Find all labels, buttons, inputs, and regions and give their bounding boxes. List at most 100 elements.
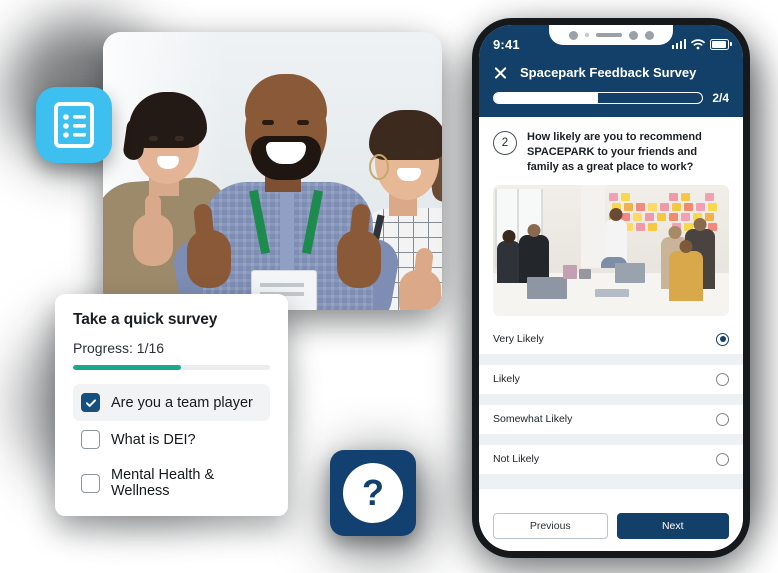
- survey-question-item[interactable]: What is DEI?: [73, 421, 270, 458]
- sticky-note: [672, 203, 681, 211]
- survey-question-label: What is DEI?: [111, 432, 196, 448]
- sticky-note: [636, 223, 645, 231]
- person-center-hand: [337, 230, 381, 288]
- sticky-note: [624, 203, 633, 211]
- sticky-note: [645, 213, 654, 221]
- survey-footer: Previous Next: [479, 504, 743, 551]
- answer-option[interactable]: Somewhat Likely: [479, 405, 743, 434]
- sticky-note: [681, 213, 690, 221]
- earpiece-icon: [596, 33, 622, 37]
- next-button[interactable]: Next: [617, 513, 730, 539]
- question-text: How likely are you to recommend SPACEPAR…: [527, 130, 729, 176]
- option-separator: [479, 474, 743, 489]
- sticky-note: [660, 203, 669, 211]
- form-list-icon: [36, 87, 112, 163]
- sticky-note: [609, 193, 618, 201]
- checkbox-icon[interactable]: [81, 474, 100, 493]
- sticky-note: [636, 203, 645, 211]
- sticky-note: [708, 203, 717, 211]
- answer-option-label: Somewhat Likely: [493, 413, 572, 425]
- answer-option-label: Likely: [493, 373, 520, 385]
- person-right-eye: [415, 150, 424, 155]
- sticky-note: [621, 193, 630, 201]
- person-left-hand: [133, 214, 173, 266]
- sensor-icon: [645, 31, 654, 40]
- person-seated-foreground: [669, 251, 703, 301]
- radio-icon[interactable]: [716, 413, 729, 426]
- person-right-eye: [389, 150, 398, 155]
- question-image: [493, 185, 729, 316]
- sticky-note: [648, 203, 657, 211]
- person-right-hand: [399, 270, 441, 310]
- survey-question-label: Mental Health & Wellness: [111, 467, 262, 499]
- status-time: 9:41: [493, 37, 520, 52]
- phone-mockup: 9:41 Spacepark Feedback Survey 2/4 2 How…: [472, 18, 750, 558]
- battery-icon: [710, 39, 729, 50]
- person-right-earring: [369, 154, 389, 180]
- survey-progress-row: 2/4: [493, 91, 729, 105]
- radio-icon[interactable]: [716, 373, 729, 386]
- survey-question-list: Are you a team player What is DEI? Mental …: [73, 384, 270, 508]
- survey-progress-fill: [73, 365, 181, 370]
- person-seated: [519, 235, 549, 283]
- sticky-note: [648, 223, 657, 231]
- survey-progress-track: [493, 92, 703, 104]
- person-center-hand: [187, 230, 231, 288]
- sensor-icon: [585, 33, 589, 37]
- question-number: 2: [493, 131, 517, 155]
- sticky-note: [681, 193, 690, 201]
- survey-progress-fill: [494, 93, 598, 103]
- answer-option-label: Very Likely: [493, 333, 544, 345]
- sticky-note: [657, 213, 666, 221]
- question-mark-glyph: ?: [343, 463, 403, 523]
- sensor-icon: [629, 31, 638, 40]
- signal-bars-icon: [672, 39, 687, 49]
- phone-notch: [549, 25, 673, 45]
- sticky-note: [705, 213, 714, 221]
- option-separator: [479, 434, 743, 445]
- option-separator: [479, 394, 743, 405]
- option-separator: [479, 354, 743, 365]
- survey-question-label: Are you a team player: [111, 395, 253, 411]
- sticky-note: [669, 213, 678, 221]
- person-center-eye: [262, 120, 274, 125]
- previous-button[interactable]: Previous: [493, 513, 608, 539]
- answer-option[interactable]: Likely: [479, 365, 743, 394]
- checkbox-checked-icon[interactable]: [81, 393, 100, 412]
- survey-progress-count: 2/4: [712, 91, 729, 105]
- person-center-eye: [297, 120, 309, 125]
- survey-question-item[interactable]: Are you a team player: [73, 384, 270, 421]
- sticky-note: [696, 203, 705, 211]
- checkbox-icon[interactable]: [81, 430, 100, 449]
- close-icon[interactable]: [493, 65, 508, 80]
- question-block: 2 How likely are you to recommend SPACEP…: [479, 117, 743, 185]
- answer-option[interactable]: Not Likely: [479, 445, 743, 474]
- survey-title-bar: Spacepark Feedback Survey: [493, 65, 729, 80]
- sticky-note: [633, 213, 642, 221]
- radio-icon[interactable]: [716, 453, 729, 466]
- person-seated: [497, 241, 521, 283]
- question-mark-icon: ?: [330, 450, 416, 536]
- person-left-eye: [149, 136, 158, 141]
- sticky-note: [684, 203, 693, 211]
- answer-options: Very Likely Likely Somewhat Likely Not Like…: [479, 325, 743, 489]
- survey-progress-track: [73, 365, 270, 370]
- person-left-eye: [175, 136, 184, 141]
- answer-option[interactable]: Very Likely: [479, 325, 743, 354]
- composition-stage: ? Take a quick survey Progress: 1/16 Are…: [0, 0, 778, 573]
- wifi-icon: [691, 39, 705, 50]
- camera-icon: [569, 31, 578, 40]
- survey-body: 2 How likely are you to recommend SPACEP…: [479, 117, 743, 504]
- sticky-note: [705, 193, 714, 201]
- survey-title: Spacepark Feedback Survey: [520, 65, 696, 80]
- phone-screen: 9:41 Spacepark Feedback Survey 2/4 2 How…: [479, 25, 743, 551]
- team-photo-card: [103, 32, 442, 310]
- sticky-note: [669, 193, 678, 201]
- person-right-hair: [369, 110, 442, 160]
- answer-option-label: Not Likely: [493, 453, 539, 465]
- survey-progress-label: Progress: 1/16: [73, 340, 270, 356]
- quick-survey-card: Take a quick survey Progress: 1/16 Are y…: [55, 294, 288, 516]
- survey-card-title: Take a quick survey: [73, 311, 270, 329]
- survey-question-item[interactable]: Mental Health & Wellness: [73, 458, 270, 508]
- radio-selected-icon[interactable]: [716, 333, 729, 346]
